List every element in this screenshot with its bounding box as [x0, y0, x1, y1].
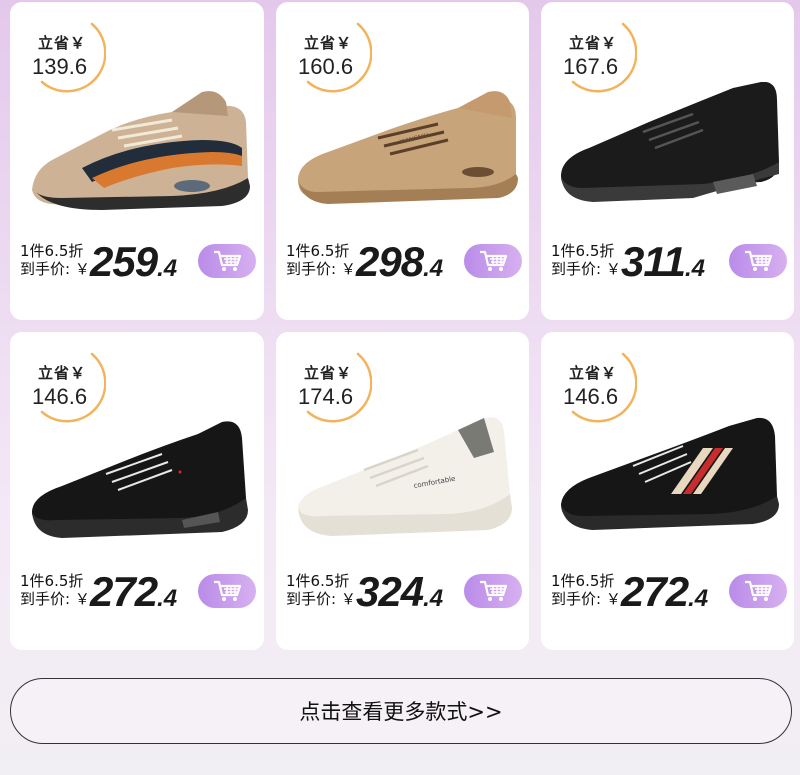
- shoe-image[interactable]: [553, 82, 785, 222]
- price-integer: 298: [356, 238, 424, 285]
- price-info: 1件6.5折 到手价: ￥: [20, 572, 90, 608]
- shoe-image[interactable]: [22, 82, 254, 222]
- product-card[interactable]: 立省￥ 146.6 1件6.5折 到手价: ￥ 272.4: [10, 332, 264, 650]
- final-price-label: 到手价: ￥: [286, 260, 356, 278]
- savings-label: 立省￥: [569, 364, 618, 382]
- price-info: 1件6.5折 到手价: ￥: [551, 242, 621, 278]
- price-decimal: .4: [688, 585, 709, 612]
- savings-amount: 174.6: [298, 384, 354, 409]
- final-price: 298.4: [356, 238, 443, 286]
- savings-label: 立省￥: [38, 364, 87, 382]
- final-price: 259.4: [90, 238, 177, 286]
- price-decimal: .4: [157, 255, 178, 282]
- final-price: 324.4: [356, 568, 443, 616]
- savings-label: 立省￥: [304, 364, 353, 382]
- product-card[interactable]: 立省￥ 167.6 1件6.5折 到手价: ￥ 311.4: [541, 2, 794, 320]
- final-price-label: 到手价: ￥: [551, 260, 621, 278]
- price-decimal: .4: [684, 255, 705, 282]
- savings-label: 立省￥: [38, 34, 87, 52]
- product-grid: 立省￥ 139.6 1件6.5折 到手价: ￥ 259.4 立省￥ 160.6: [10, 2, 794, 650]
- price-integer: 272: [621, 568, 689, 615]
- price-decimal: .4: [423, 585, 444, 612]
- shopping-cart-icon: [480, 580, 508, 601]
- shopping-cart-icon: [214, 580, 242, 601]
- shoe-image[interactable]: [22, 412, 254, 552]
- shopping-cart-icon: [480, 250, 508, 271]
- final-price-label: 到手价: ￥: [20, 590, 90, 608]
- product-card[interactable]: 立省￥ 174.6 comfortable 1件6.5折 到手价: ￥ 324.…: [276, 332, 529, 650]
- shopping-cart-icon: [214, 250, 242, 271]
- product-card[interactable]: 立省￥ 146.6 1件6.5折 到手价: ￥ 272.4: [541, 332, 794, 650]
- savings-label: 立省￥: [569, 34, 618, 52]
- savings-amount: 139.6: [32, 54, 88, 79]
- add-to-cart-button[interactable]: [464, 574, 522, 608]
- price-integer: 311: [621, 238, 686, 285]
- savings-amount: 160.6: [298, 54, 354, 79]
- deal-text: 1件6.5折: [286, 572, 350, 590]
- add-to-cart-button[interactable]: [464, 244, 522, 278]
- final-price-label: 到手价: ￥: [20, 260, 90, 278]
- final-price: 272.4: [621, 568, 708, 616]
- shopping-cart-icon: [745, 250, 773, 271]
- add-to-cart-button[interactable]: [198, 244, 256, 278]
- price-info: 1件6.5折 到手价: ￥: [20, 242, 90, 278]
- savings-label: 立省￥: [304, 34, 353, 52]
- price-integer: 272: [90, 568, 158, 615]
- view-more-button[interactable]: 点击查看更多款式>>: [10, 678, 792, 744]
- shoe-image[interactable]: comfortable: [288, 412, 520, 552]
- final-price: 272.4: [90, 568, 177, 616]
- shoe-image[interactable]: [553, 412, 785, 552]
- deal-text: 1件6.5折: [551, 572, 615, 590]
- shopping-cart-icon: [745, 580, 773, 601]
- final-price-label: 到手价: ￥: [286, 590, 356, 608]
- shoe-image[interactable]: XIANGNIU: [288, 82, 520, 222]
- product-card[interactable]: 立省￥ 139.6 1件6.5折 到手价: ￥ 259.4: [10, 2, 264, 320]
- add-to-cart-button[interactable]: [198, 574, 256, 608]
- price-info: 1件6.5折 到手价: ￥: [286, 572, 356, 608]
- deal-text: 1件6.5折: [20, 572, 84, 590]
- product-card[interactable]: 立省￥ 160.6 XIANGNIU 1件6.5折 到手价: ￥ 298.4: [276, 2, 529, 320]
- savings-amount: 146.6: [32, 384, 88, 409]
- price-decimal: .4: [157, 585, 178, 612]
- deal-text: 1件6.5折: [20, 242, 84, 260]
- price-info: 1件6.5折 到手价: ￥: [286, 242, 356, 278]
- price-info: 1件6.5折 到手价: ￥: [551, 572, 621, 608]
- final-price: 311.4: [621, 238, 705, 286]
- price-integer: 259: [90, 238, 158, 285]
- price-integer: 324: [356, 568, 424, 615]
- savings-amount: 167.6: [563, 54, 619, 79]
- add-to-cart-button[interactable]: [729, 244, 787, 278]
- price-decimal: .4: [423, 255, 444, 282]
- savings-amount: 146.6: [563, 384, 619, 409]
- deal-text: 1件6.5折: [551, 242, 615, 260]
- final-price-label: 到手价: ￥: [551, 590, 621, 608]
- deal-text: 1件6.5折: [286, 242, 350, 260]
- add-to-cart-button[interactable]: [729, 574, 787, 608]
